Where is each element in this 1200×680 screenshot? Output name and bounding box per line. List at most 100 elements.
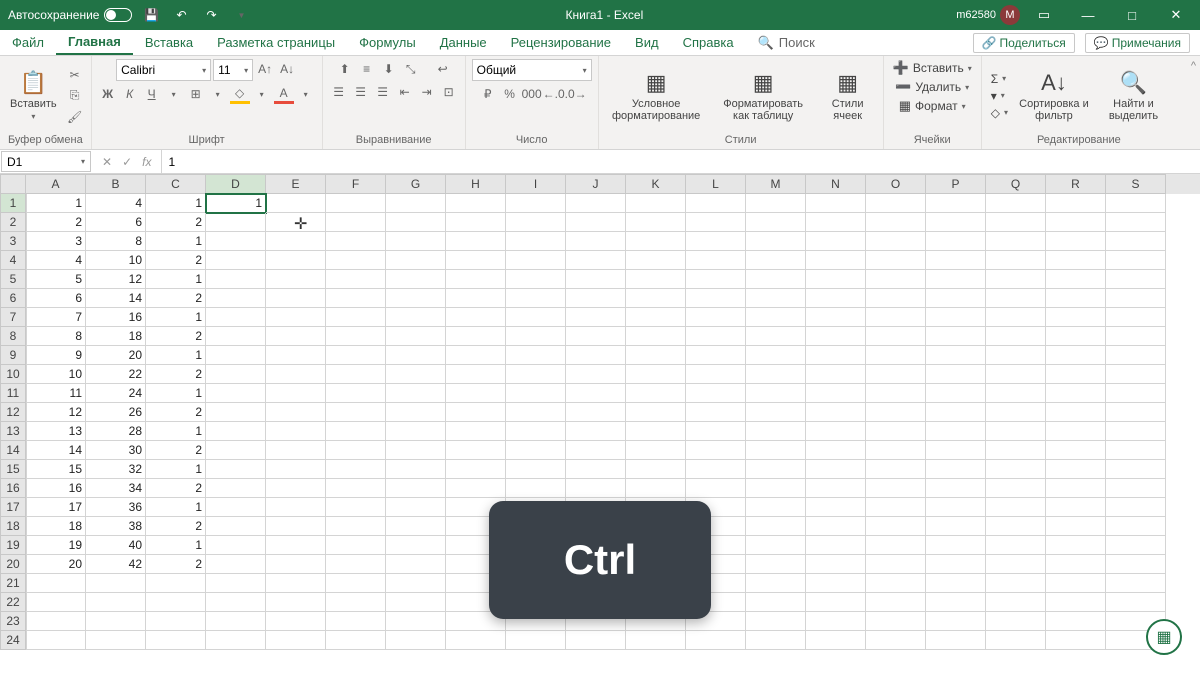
- cell[interactable]: [986, 612, 1046, 631]
- cell[interactable]: [806, 612, 866, 631]
- cell[interactable]: [266, 213, 326, 232]
- paste-button[interactable]: 📋Вставить▾: [6, 68, 61, 123]
- cell[interactable]: 2: [146, 365, 206, 384]
- cell[interactable]: 6: [26, 289, 86, 308]
- cell[interactable]: [1046, 346, 1106, 365]
- cell[interactable]: [746, 612, 806, 631]
- cell[interactable]: [1046, 327, 1106, 346]
- cell[interactable]: [386, 251, 446, 270]
- cell[interactable]: [626, 232, 686, 251]
- cell[interactable]: 4: [86, 194, 146, 213]
- cell[interactable]: [806, 346, 866, 365]
- cell[interactable]: 7: [26, 308, 86, 327]
- tab-file[interactable]: Файл: [0, 30, 56, 55]
- orientation-icon[interactable]: ⤡: [401, 59, 421, 79]
- undo-icon[interactable]: ↶: [170, 4, 192, 26]
- cell[interactable]: [806, 422, 866, 441]
- cell[interactable]: [1106, 308, 1166, 327]
- format-painter-icon[interactable]: 🖌: [65, 107, 85, 127]
- row-header[interactable]: 5: [0, 270, 26, 289]
- collapse-ribbon-icon[interactable]: ^: [1187, 56, 1200, 149]
- cell[interactable]: [446, 365, 506, 384]
- cell[interactable]: [986, 232, 1046, 251]
- cell[interactable]: [1046, 403, 1106, 422]
- cell[interactable]: [986, 251, 1046, 270]
- cell[interactable]: [806, 232, 866, 251]
- cell[interactable]: 32: [86, 460, 146, 479]
- cell[interactable]: [386, 593, 446, 612]
- cell[interactable]: [326, 555, 386, 574]
- cell[interactable]: [806, 555, 866, 574]
- cell[interactable]: [926, 270, 986, 289]
- cell[interactable]: [506, 270, 566, 289]
- row-header[interactable]: 8: [0, 327, 26, 346]
- name-box[interactable]: D1▾: [1, 151, 91, 172]
- percent-icon[interactable]: %: [500, 84, 520, 104]
- cell[interactable]: 13: [26, 422, 86, 441]
- cell[interactable]: [566, 365, 626, 384]
- row-header[interactable]: 1: [0, 194, 26, 213]
- cell[interactable]: 8: [26, 327, 86, 346]
- autosave-toggle[interactable]: Автосохранение: [8, 8, 132, 22]
- cell[interactable]: [866, 213, 926, 232]
- col-header[interactable]: J: [566, 174, 626, 194]
- cell[interactable]: [926, 593, 986, 612]
- cell[interactable]: [686, 441, 746, 460]
- cell[interactable]: [1106, 327, 1166, 346]
- cell[interactable]: [566, 270, 626, 289]
- cell[interactable]: [626, 194, 686, 213]
- align-bottom-icon[interactable]: ⬇: [379, 59, 399, 79]
- cell[interactable]: [1046, 555, 1106, 574]
- wrap-text-icon[interactable]: ↩: [433, 59, 453, 79]
- cell[interactable]: [506, 479, 566, 498]
- decrease-decimal-icon[interactable]: .0→: [566, 84, 586, 104]
- cell[interactable]: [926, 460, 986, 479]
- cell[interactable]: [926, 441, 986, 460]
- comments-button[interactable]: 💬Примечания: [1085, 33, 1190, 53]
- cell[interactable]: [806, 498, 866, 517]
- cell[interactable]: [866, 289, 926, 308]
- cell[interactable]: [206, 460, 266, 479]
- row-header[interactable]: 14: [0, 441, 26, 460]
- cell[interactable]: [986, 441, 1046, 460]
- cell[interactable]: 2: [146, 555, 206, 574]
- cell[interactable]: [746, 194, 806, 213]
- cell[interactable]: [866, 384, 926, 403]
- cell[interactable]: [626, 460, 686, 479]
- cell[interactable]: [206, 251, 266, 270]
- cell[interactable]: [866, 365, 926, 384]
- cell[interactable]: [626, 441, 686, 460]
- cell[interactable]: [1106, 536, 1166, 555]
- cell[interactable]: 1: [146, 460, 206, 479]
- tab-разметка страницы[interactable]: Разметка страницы: [205, 30, 347, 55]
- cell[interactable]: [386, 631, 446, 650]
- cell[interactable]: [746, 346, 806, 365]
- cell[interactable]: [506, 194, 566, 213]
- cell[interactable]: [566, 251, 626, 270]
- cell[interactable]: [386, 441, 446, 460]
- cell[interactable]: [1106, 498, 1166, 517]
- cell[interactable]: [446, 213, 506, 232]
- cell[interactable]: [686, 194, 746, 213]
- cell[interactable]: [1106, 460, 1166, 479]
- cell[interactable]: [446, 460, 506, 479]
- cell[interactable]: [1106, 384, 1166, 403]
- cell[interactable]: [326, 422, 386, 441]
- shrink-font-icon[interactable]: A↓: [277, 59, 297, 79]
- cell[interactable]: 2: [146, 441, 206, 460]
- cell[interactable]: [266, 422, 326, 441]
- cell[interactable]: 1: [146, 308, 206, 327]
- cell[interactable]: [266, 251, 326, 270]
- cell[interactable]: 1: [146, 346, 206, 365]
- cell[interactable]: [326, 289, 386, 308]
- cell[interactable]: [986, 213, 1046, 232]
- sort-filter-button[interactable]: A↓Сортировка и фильтр: [1015, 68, 1093, 124]
- cell[interactable]: [506, 251, 566, 270]
- cell[interactable]: [866, 308, 926, 327]
- col-header[interactable]: F: [326, 174, 386, 194]
- cell[interactable]: [686, 460, 746, 479]
- col-header[interactable]: G: [386, 174, 446, 194]
- cell[interactable]: [986, 384, 1046, 403]
- cell[interactable]: [386, 612, 446, 631]
- cell[interactable]: [986, 460, 1046, 479]
